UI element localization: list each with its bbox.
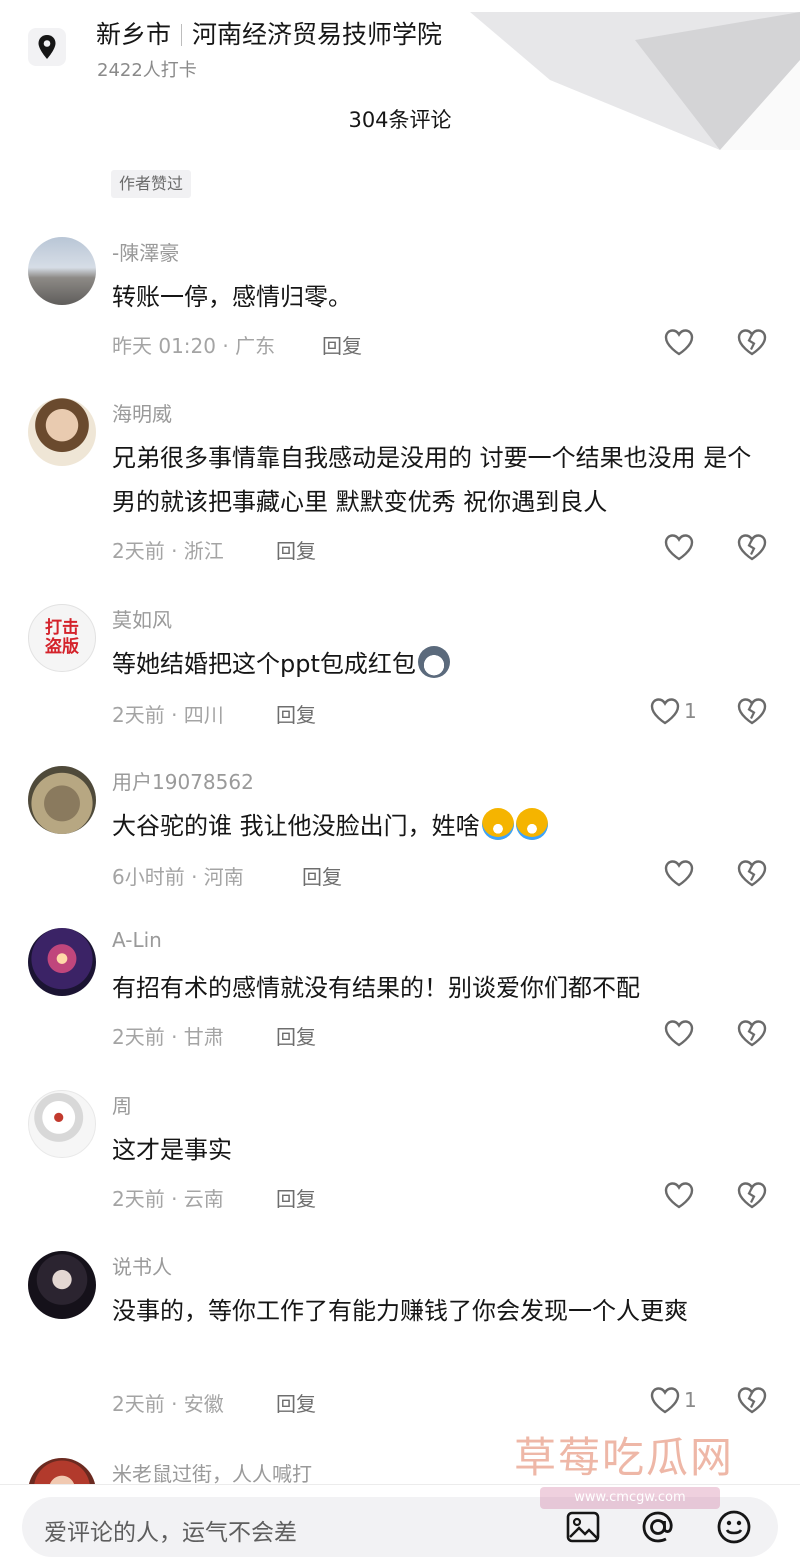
location-divider: [181, 24, 183, 46]
like-count: 1: [684, 1388, 697, 1412]
avatar[interactable]: 打击盗版: [28, 604, 96, 672]
heart-icon: [664, 533, 694, 561]
at-icon[interactable]: [640, 1509, 676, 1545]
comment-username[interactable]: 用户19078562: [112, 766, 254, 795]
broken-heart-icon: [737, 697, 767, 725]
comment-time-region: 2天前 · 云南: [112, 1187, 224, 1211]
dislike-button[interactable]: [737, 328, 767, 356]
location-place: 河南经济贸易技师学院: [192, 20, 443, 49]
heart-icon: [650, 1386, 680, 1414]
comment-time-region: 6小时前 · 河南: [112, 865, 244, 889]
comment-username[interactable]: 莫如风: [112, 604, 172, 633]
comment-username[interactable]: 周: [112, 1090, 132, 1119]
broken-heart-icon: [737, 328, 767, 356]
avatar[interactable]: [28, 1090, 96, 1158]
avatar[interactable]: [28, 237, 96, 305]
comment-text: 大谷驼的谁 我让他没脸出门，姓啥: [112, 804, 772, 848]
avatar[interactable]: [28, 398, 96, 466]
smiley-icon[interactable]: [716, 1509, 752, 1545]
heart-icon: [664, 859, 694, 887]
like-button[interactable]: [664, 859, 694, 887]
like-button[interactable]: 1: [650, 697, 697, 725]
comment-text: 兄弟很多事情靠自我感动是没用的 讨要一个结果也没用 是个男的就该把事藏心里 默默…: [112, 444, 752, 516]
comment-time-region: 2天前 · 安徽: [112, 1392, 224, 1416]
watermark-url: www.cmcgw.com: [540, 1487, 720, 1509]
reply-button[interactable]: 回复: [276, 1388, 316, 1417]
image-icon[interactable]: [565, 1509, 601, 1545]
comment-text-body: 等她结婚把这个ppt包成红包: [112, 650, 416, 678]
comment-username[interactable]: 海明威: [112, 398, 172, 427]
reply-button[interactable]: 回复: [276, 1183, 316, 1212]
dislike-button[interactable]: [737, 697, 767, 725]
broken-heart-icon: [737, 1386, 767, 1414]
dislike-button[interactable]: [737, 859, 767, 887]
like-button[interactable]: 1: [650, 1386, 697, 1414]
comment-username[interactable]: A-Lin: [112, 928, 162, 952]
comment-text-body: 大谷驼的谁 我让他没脸出门，姓啥: [112, 812, 480, 840]
broken-heart-icon: [737, 533, 767, 561]
like-button[interactable]: [664, 1181, 694, 1209]
reply-button[interactable]: 回复: [302, 861, 342, 890]
smug-face-emoji-icon: [417, 646, 450, 678]
heart-icon: [650, 697, 680, 725]
like-button[interactable]: [664, 1019, 694, 1047]
avatar[interactable]: [28, 766, 96, 834]
avatar-text: 打击盗版: [45, 618, 79, 657]
comment-text: 转账一停，感情归零。: [112, 283, 352, 311]
crying-laughing-emoji-icon: [515, 808, 548, 840]
comment-time-region: 2天前 · 四川: [112, 703, 224, 727]
avatar[interactable]: [28, 928, 96, 996]
comment-text: 有招有术的感情就没有结果的！别谈爱你们都不配: [112, 974, 640, 1002]
dislike-button[interactable]: [737, 1019, 767, 1047]
comment-username[interactable]: -陳澤豪: [112, 237, 179, 266]
comment-text: 这才是事实: [112, 1136, 232, 1164]
comment-time-region: 2天前 · 浙江: [112, 539, 224, 563]
watermark-logo: 草莓吃瓜网: [514, 1433, 735, 1482]
crying-laughing-emoji-icon: [481, 808, 514, 840]
heart-icon: [664, 1181, 694, 1209]
comment-input-bar: 爱评论的人，运气不会差 www.cmcgw.com: [0, 1484, 800, 1563]
comment-text: 没事的，等你工作了有能力赚钱了你会发现一个人更爽: [112, 1297, 688, 1325]
heart-icon: [664, 328, 694, 356]
comment-time-region: 2天前 · 甘肃: [112, 1025, 224, 1049]
avatar[interactable]: [28, 1251, 96, 1319]
like-button[interactable]: [664, 328, 694, 356]
location-title[interactable]: 新乡市 河南经济贸易技师学院: [96, 15, 442, 51]
comment-username[interactable]: 米老鼠过街，人人喊打: [112, 1458, 312, 1487]
dislike-button[interactable]: [737, 533, 767, 561]
location-pin-icon: [28, 28, 66, 66]
reply-button[interactable]: 回复: [276, 699, 316, 728]
location-city: 新乡市: [96, 20, 172, 49]
reply-button[interactable]: 回复: [276, 535, 316, 564]
reply-button[interactable]: 回复: [322, 330, 362, 359]
comment-username[interactable]: 说书人: [112, 1251, 172, 1280]
author-liked-badge: 作者赞过: [111, 170, 192, 198]
dislike-button[interactable]: [737, 1181, 767, 1209]
like-count: 1: [684, 699, 697, 723]
dislike-button[interactable]: [737, 1386, 767, 1414]
checkin-count: 2422人打卡: [97, 60, 197, 81]
broken-heart-icon: [737, 1181, 767, 1209]
reply-button[interactable]: 回复: [276, 1021, 316, 1050]
broken-heart-icon: [737, 1019, 767, 1047]
comment-text: 等她结婚把这个ppt包成红包: [112, 642, 772, 686]
comment-input-placeholder: 爱评论的人，运气不会差: [44, 1520, 297, 1546]
comments-count-title: 304条评论: [348, 108, 452, 132]
comment-time-region: 昨天 01:20 · 广东: [112, 334, 276, 358]
heart-icon: [664, 1019, 694, 1047]
like-button[interactable]: [664, 533, 694, 561]
broken-heart-icon: [737, 859, 767, 887]
